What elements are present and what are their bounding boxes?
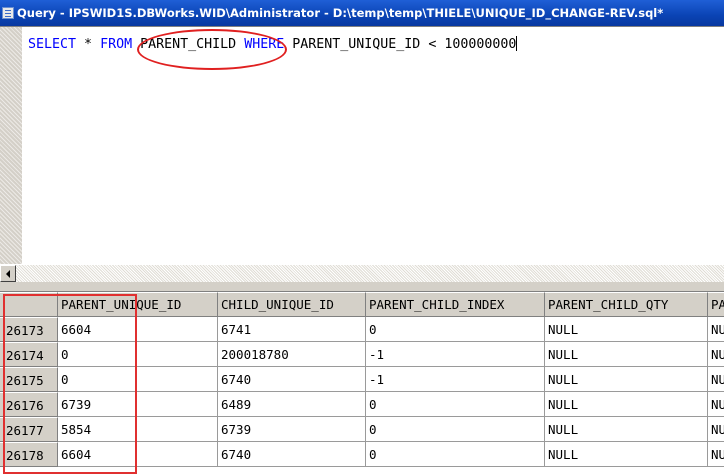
column-header[interactable]: PARENT_CHILD_INDEX xyxy=(366,292,545,317)
cell-truncated[interactable]: NU xyxy=(708,442,724,467)
window-titlebar[interactable]: Query - IPSWID1S.DBWorks.WID\Administrat… xyxy=(0,0,724,26)
cell-parent-child-index[interactable]: -1 xyxy=(366,342,545,367)
cell-child-unique-id[interactable]: 6740 xyxy=(218,442,366,467)
pane-splitter[interactable] xyxy=(0,282,724,292)
cell-parent-unique-id[interactable]: 0 xyxy=(58,367,218,392)
column-header[interactable]: CHILD_UNIQUE_ID xyxy=(218,292,366,317)
query-table-name: PARENT_CHILD xyxy=(132,37,245,52)
row-number[interactable]: 26178 xyxy=(0,442,58,467)
cell-truncated[interactable]: NU xyxy=(708,417,724,442)
column-header[interactable]: PARENT_CHILD_QTY xyxy=(545,292,708,317)
cell-parent-unique-id[interactable]: 0 xyxy=(58,342,218,367)
text-caret xyxy=(516,36,518,51)
cell-truncated[interactable]: NU xyxy=(708,342,724,367)
query-condition: PARENT_UNIQUE_ID < 100000000 xyxy=(284,37,517,52)
cell-truncated[interactable]: NU xyxy=(708,392,724,417)
cell-parent-child-index[interactable]: 0 xyxy=(366,417,545,442)
row-number[interactable]: 26173 xyxy=(0,317,58,342)
keyword-select: SELECT xyxy=(28,37,77,52)
scroll-left-button[interactable] xyxy=(0,265,16,282)
cell-child-unique-id[interactable]: 6740 xyxy=(218,367,366,392)
column-header[interactable]: PARENT_UNIQUE_ID xyxy=(58,292,218,317)
cell-parent-child-qty[interactable]: NULL xyxy=(545,392,708,417)
cell-truncated[interactable]: NU xyxy=(708,317,724,342)
editor-gutter xyxy=(0,27,22,264)
cell-parent-child-qty[interactable]: NULL xyxy=(545,442,708,467)
query-document-icon xyxy=(2,7,14,19)
row-number[interactable]: 26177 xyxy=(0,417,58,442)
arrow-left-icon xyxy=(6,269,10,278)
cell-child-unique-id[interactable]: 6489 xyxy=(218,392,366,417)
cell-truncated[interactable]: NU xyxy=(708,367,724,392)
cell-parent-child-qty[interactable]: NULL xyxy=(545,342,708,367)
cell-child-unique-id[interactable]: 6739 xyxy=(218,417,366,442)
row-number-header[interactable] xyxy=(0,292,58,317)
cell-child-unique-id[interactable]: 6741 xyxy=(218,317,366,342)
row-number[interactable]: 26176 xyxy=(0,392,58,417)
cell-parent-child-qty[interactable]: NULL xyxy=(545,317,708,342)
cell-parent-child-qty[interactable]: NULL xyxy=(545,367,708,392)
editor-horizontal-scrollbar[interactable] xyxy=(0,264,724,282)
cell-parent-child-index[interactable]: 0 xyxy=(366,442,545,467)
results-grid[interactable]: PARENT_UNIQUE_ID CHILD_UNIQUE_ID PARENT_… xyxy=(0,292,724,476)
window-title: Query - IPSWID1S.DBWorks.WID\Administrat… xyxy=(17,6,664,20)
column-header[interactable]: PA xyxy=(708,292,724,317)
cell-parent-unique-id[interactable]: 6604 xyxy=(58,442,218,467)
query-editor[interactable]: SELECT * FROM PARENT_CHILD WHERE PARENT_… xyxy=(0,26,724,264)
cell-parent-child-index[interactable]: -1 xyxy=(366,367,545,392)
keyword-from: FROM xyxy=(100,37,133,52)
sql-query-text[interactable]: SELECT * FROM PARENT_CHILD WHERE PARENT_… xyxy=(28,36,518,52)
keyword-where: WHERE xyxy=(244,37,285,52)
query-star: * xyxy=(76,37,101,52)
cell-parent-child-index[interactable]: 0 xyxy=(366,392,545,417)
cell-parent-unique-id[interactable]: 6604 xyxy=(58,317,218,342)
row-number[interactable]: 26175 xyxy=(0,367,58,392)
cell-parent-child-index[interactable]: 0 xyxy=(366,317,545,342)
cell-parent-unique-id[interactable]: 6739 xyxy=(58,392,218,417)
cell-child-unique-id[interactable]: 200018780 xyxy=(218,342,366,367)
cell-parent-child-qty[interactable]: NULL xyxy=(545,417,708,442)
cell-parent-unique-id[interactable]: 5854 xyxy=(58,417,218,442)
row-number[interactable]: 26174 xyxy=(0,342,58,367)
